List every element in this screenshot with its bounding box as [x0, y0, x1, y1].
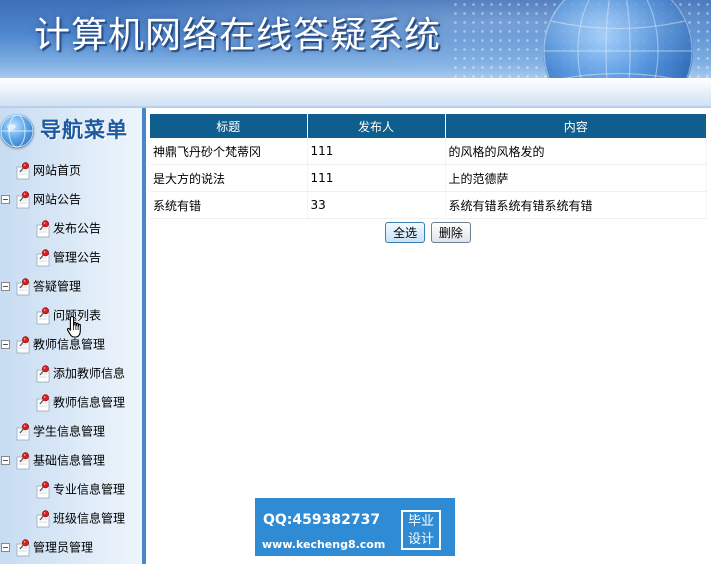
- sidebar-item[interactable]: 班级信息管理: [34, 506, 125, 530]
- cell-content: 系统有错系统有错系统有错: [445, 191, 707, 219]
- watermark-badge: 毕业设计: [401, 510, 441, 550]
- sidebar-item[interactable]: 教师信息管理: [14, 332, 105, 356]
- collapse-toggle-icon[interactable]: [1, 282, 10, 291]
- collapse-toggle-icon[interactable]: [1, 340, 10, 349]
- pushpin-icon: [34, 219, 52, 238]
- site-title: 计算机网络在线答疑系统: [34, 15, 442, 56]
- sidebar-item-label: 网站公告: [33, 192, 82, 207]
- collapse-toggle-icon[interactable]: [1, 543, 10, 552]
- sidebar-item-label: 专业信息管理: [53, 482, 126, 497]
- sidebar-item[interactable]: 管理员管理: [14, 535, 93, 559]
- nav-title: 导航菜单: [40, 118, 128, 142]
- delete-button[interactable]: 删除: [430, 222, 471, 243]
- pushpin-icon: [34, 248, 52, 267]
- sidebar-item[interactable]: 添加教师信息: [34, 361, 125, 385]
- sidebar-item[interactable]: 网站首页: [14, 158, 81, 182]
- sidebar-item[interactable]: 网站公告: [14, 187, 81, 211]
- cell-publisher: 111: [307, 138, 446, 165]
- cell-content: 上的范德萨: [445, 164, 707, 192]
- watermark-qq: QQ:459382737: [263, 512, 381, 528]
- sidebar-item-label: 管理公告: [53, 250, 102, 265]
- sidebar-item[interactable]: 答疑管理: [14, 274, 81, 298]
- pushpin-icon: [34, 393, 52, 412]
- column-header-title: 标题: [150, 114, 308, 138]
- sidebar-item-label: 教师信息管理: [33, 337, 106, 352]
- pushpin-icon: [34, 480, 52, 499]
- nav-header: 导航菜单: [0, 108, 142, 154]
- table-row[interactable]: 神鼎飞丹砂个梵蒂冈 111 的风格的风格发的: [150, 138, 707, 165]
- sidebar-item[interactable]: 基础信息管理: [14, 448, 105, 472]
- sidebar-item[interactable]: 发布公告: [34, 216, 101, 240]
- table-header-row: 标题 发布人 内容: [150, 114, 706, 138]
- pushpin-icon: [34, 509, 52, 528]
- pushpin-icon: [14, 277, 32, 296]
- sidebar-item-label: 教师信息管理: [53, 395, 126, 410]
- sidebar-item-label: 管理员管理: [33, 540, 94, 555]
- sidebar-item-label: 班级信息管理: [53, 511, 126, 526]
- cell-publisher: 33: [307, 191, 446, 219]
- watermark-url: www.kecheng8.com: [262, 538, 386, 551]
- header-band: [0, 78, 711, 108]
- cell-title: 是大方的说法: [150, 164, 308, 192]
- globe-icon: [0, 114, 34, 148]
- question-table: 标题 发布人 内容 神鼎飞丹砂个梵蒂冈 111 的风格的风格发的 是大方的说法 …: [150, 114, 707, 219]
- sidebar-item[interactable]: 管理公告: [34, 245, 101, 269]
- watermark: QQ:459382737 www.kecheng8.com 毕业设计: [255, 498, 455, 556]
- table-row[interactable]: 是大方的说法 111 上的范德萨: [150, 164, 707, 192]
- table-row[interactable]: 系统有错 33 系统有错系统有错系统有错: [150, 191, 707, 219]
- column-header-content: 内容: [445, 114, 706, 138]
- cell-title: 系统有错: [150, 191, 308, 219]
- pushpin-icon: [14, 422, 32, 441]
- table-actions: 全选 删除: [150, 219, 706, 243]
- sidebar-item[interactable]: 教师信息管理: [34, 390, 125, 414]
- cell-content: 的风格的风格发的: [445, 138, 707, 165]
- collapse-toggle-icon[interactable]: [1, 456, 10, 465]
- cell-publisher: 111: [307, 164, 446, 192]
- sidebar-item[interactable]: 专业信息管理: [34, 477, 125, 501]
- cell-title: 神鼎飞丹砂个梵蒂冈: [150, 138, 308, 165]
- sidebar-item-label: 答疑管理: [33, 279, 82, 294]
- sidebar-item-label: 发布公告: [53, 221, 102, 236]
- pushpin-icon: [34, 306, 52, 325]
- sidebar-item-label: 添加教师信息: [53, 366, 126, 381]
- pushpin-icon: [14, 161, 32, 180]
- collapse-toggle-icon[interactable]: [1, 195, 10, 204]
- pushpin-icon: [14, 190, 32, 209]
- hand-pointer-icon: [66, 315, 86, 339]
- main-content: 标题 发布人 内容 神鼎飞丹砂个梵蒂冈 111 的风格的风格发的 是大方的说法 …: [150, 114, 707, 243]
- select-all-button[interactable]: 全选: [385, 222, 426, 243]
- pushpin-icon: [14, 451, 32, 470]
- sidebar-item-label: 学生信息管理: [33, 424, 106, 439]
- sidebar-item-label: 网站首页: [33, 163, 82, 178]
- sidebar-item-label: 基础信息管理: [33, 453, 106, 468]
- pushpin-icon: [14, 538, 32, 557]
- pushpin-icon: [34, 364, 52, 383]
- pushpin-icon: [14, 335, 32, 354]
- sidebar-item[interactable]: 学生信息管理: [14, 419, 105, 443]
- header-banner: 计算机网络在线答疑系统: [0, 0, 711, 78]
- column-header-publisher: 发布人: [307, 114, 446, 138]
